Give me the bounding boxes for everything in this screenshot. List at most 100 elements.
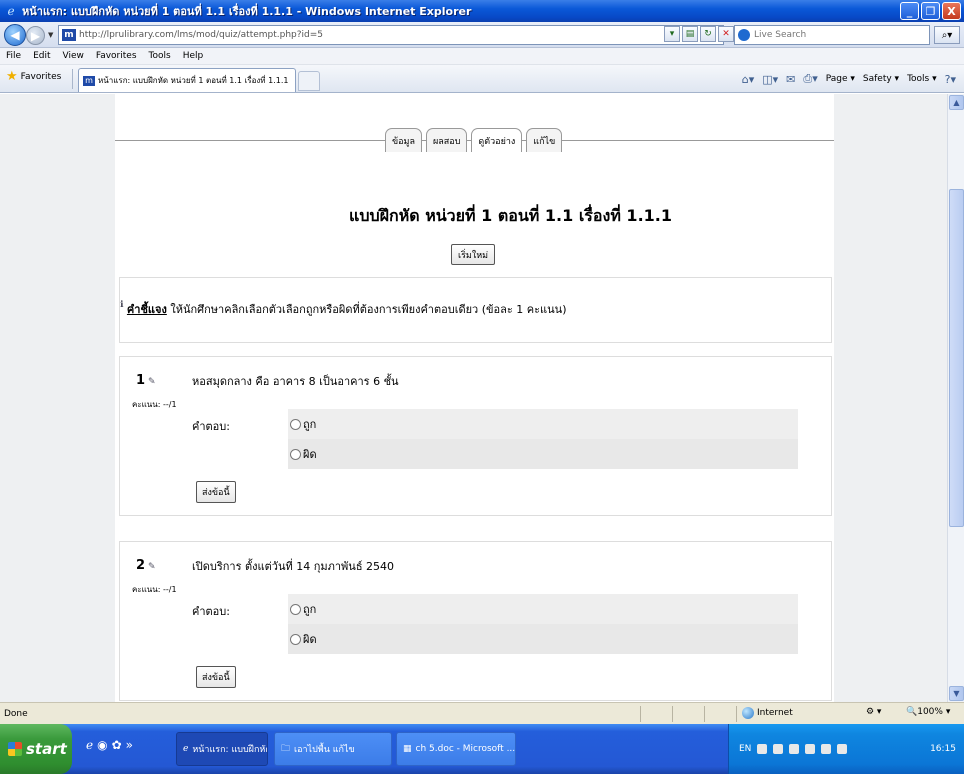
left-margin — [0, 94, 115, 702]
quiz-page: ข้อมูล ผลสอบ ดูตัวอย่าง แก้ไข แบบฝึกหัด … — [115, 94, 834, 702]
search-input[interactable] — [754, 30, 904, 40]
print-icon[interactable]: ⎙▾ — [803, 72, 817, 86]
start-button[interactable]: start — [0, 724, 72, 774]
question-text: หอสมุดกลาง คือ อาคาร 8 เป็นอาคาร 6 ชั้น — [192, 375, 399, 388]
tray-app-icon[interactable] — [757, 744, 768, 754]
quiz-tabs: ข้อมูล ผลสอบ ดูตัวอย่าง แก้ไข — [385, 128, 563, 152]
menu-file[interactable]: File — [6, 51, 21, 61]
taskbar-item-label: เอาไปพื้น แก้ไข — [294, 745, 355, 755]
restore-button[interactable]: ❐ — [921, 2, 940, 20]
forward-button[interactable]: ▶ — [26, 26, 45, 45]
option-true[interactable]: ถูก — [288, 409, 798, 439]
refresh-icon[interactable]: ↻ — [700, 26, 716, 42]
favorites-label: Favorites — [20, 72, 62, 82]
radio-button[interactable] — [290, 418, 301, 430]
menu-view[interactable]: View — [63, 51, 84, 61]
question-number: 2 ✎ — [136, 558, 156, 573]
option-false[interactable]: ผิด — [288, 439, 798, 469]
minimize-button[interactable]: _ — [900, 2, 919, 20]
address-dropdown-icon[interactable]: ▾ — [664, 26, 680, 42]
zoom-control[interactable]: 🔍100% ▾ — [906, 707, 950, 717]
recent-pages-dropdown[interactable]: ▼ — [48, 31, 53, 39]
page-title: แบบฝึกหัด หน่วยที่ 1 ตอนที่ 1.1 เรื่องที… — [349, 206, 672, 225]
menu-favorites[interactable]: Favorites — [96, 51, 137, 61]
new-tab-button[interactable] — [298, 71, 320, 91]
browser-quicklaunch-icon[interactable]: ◉ — [97, 738, 107, 752]
restart-button[interactable]: เริ่มใหม่ — [451, 244, 496, 265]
ie-quicklaunch-icon[interactable]: ℯ — [86, 738, 93, 752]
option-label: ถูก — [303, 418, 317, 431]
volume-icon[interactable] — [821, 744, 832, 754]
home-icon[interactable]: ⌂▾ — [742, 73, 755, 86]
zone-label: Internet — [757, 708, 793, 718]
scroll-down-icon[interactable]: ▼ — [949, 686, 964, 701]
star-icon: ★ — [6, 69, 18, 84]
vertical-scrollbar[interactable]: ▲ ▼ — [947, 94, 964, 702]
page-menu[interactable]: Page ▾ — [826, 74, 855, 84]
app-quicklaunch-icon[interactable]: ✿ — [112, 738, 122, 752]
question-marks: คะแนน: --/1 — [132, 585, 177, 594]
network-icon[interactable] — [837, 744, 848, 754]
folder-icon: 🗀 — [281, 744, 291, 754]
tools-menu[interactable]: Tools ▾ — [907, 74, 937, 84]
url-input[interactable] — [79, 30, 679, 40]
taskbar-item-ie[interactable]: ℯ หน้าแรก: แบบฝึกหัด ห... — [176, 732, 268, 766]
taskbar-item-label: หน้าแรก: แบบฝึกหัด ห... — [192, 745, 268, 755]
tray-app-icon[interactable] — [773, 744, 784, 754]
language-indicator[interactable]: EN — [739, 744, 751, 754]
back-button[interactable]: ◀ — [4, 24, 26, 46]
tab-preview[interactable]: ดูตัวอย่าง — [471, 128, 523, 152]
scrollbar-thumb[interactable] — [949, 189, 964, 527]
submit-question-button[interactable]: ส่งข้อนี้ — [196, 481, 236, 503]
divider — [72, 69, 73, 89]
tab-edit[interactable]: แก้ไข — [526, 128, 563, 152]
option-label: ผิด — [303, 633, 317, 646]
favorites-button[interactable]: ★ Favorites — [6, 69, 62, 84]
window-title-bar[interactable]: ℯ หน้าแรก: แบบฝึกหัด หน่วยที่ 1 ตอนที่ 1… — [0, 0, 964, 22]
help-icon[interactable]: ?▾ — [945, 73, 956, 86]
taskbar-item-word[interactable]: ▦ ch 5.doc - Microsoft ... — [396, 732, 516, 766]
close-button[interactable]: X — [942, 2, 961, 20]
edit-question-icon[interactable]: ✎ — [148, 562, 156, 572]
radio-button[interactable] — [290, 603, 301, 615]
info-icon: ℹ — [120, 300, 124, 310]
instruction-label[interactable]: คำชี้แจง — [127, 303, 167, 316]
windows-logo-icon — [8, 742, 22, 756]
clock[interactable]: 16:15 — [930, 744, 956, 754]
tray-app-icon[interactable] — [789, 744, 800, 754]
menu-edit[interactable]: Edit — [33, 51, 50, 61]
divider — [672, 706, 673, 722]
taskbar-item-folder[interactable]: 🗀 เอาไปพื้น แก้ไข — [274, 732, 392, 766]
tab-results[interactable]: ผลสอบ — [426, 128, 468, 152]
feeds-icon[interactable]: ◫▾ — [762, 73, 778, 86]
radio-button[interactable] — [290, 448, 301, 460]
browser-tab-active[interactable]: m หน้าแรก: แบบฝึกหัด หน่วยที่ 1 ตอนที่ 1… — [78, 68, 296, 92]
answer-area: คำตอบ: ถูก ผิด — [192, 594, 798, 654]
option-label: ถูก — [303, 603, 317, 616]
tab-info[interactable]: ข้อมูล — [385, 128, 423, 152]
stop-icon[interactable]: ✕ — [718, 26, 734, 42]
quick-launch: ℯ ◉ ✿ » — [86, 738, 133, 752]
address-bar[interactable]: m — [58, 25, 724, 45]
radio-button[interactable] — [290, 633, 301, 645]
protected-mode-icon[interactable]: ⚙ ▾ — [866, 707, 881, 717]
option-true[interactable]: ถูก — [288, 594, 798, 624]
search-box[interactable] — [734, 25, 930, 45]
option-false[interactable]: ผิด — [288, 624, 798, 654]
instruction: ℹ คำชี้แจง ให้นักศึกษาคลิกเลือกตัวเลือกถ… — [120, 300, 566, 318]
divider — [704, 706, 705, 722]
menu-tools[interactable]: Tools — [149, 51, 171, 61]
safety-menu[interactable]: Safety ▾ — [863, 74, 899, 84]
edit-question-icon[interactable]: ✎ — [148, 377, 156, 387]
right-margin — [834, 94, 947, 702]
compatibility-view-icon[interactable]: ▤ — [682, 26, 698, 42]
submit-question-button[interactable]: ส่งข้อนี้ — [196, 666, 236, 688]
divider — [736, 706, 737, 722]
tray-app-icon[interactable] — [805, 744, 816, 754]
search-button[interactable]: ⌕▾ — [934, 26, 960, 44]
menu-help[interactable]: Help — [183, 51, 204, 61]
more-chevron-icon[interactable]: » — [126, 738, 133, 752]
menu-bar: File Edit View Favorites Tools Help — [0, 48, 964, 65]
scroll-up-icon[interactable]: ▲ — [949, 95, 964, 110]
mail-icon[interactable]: ✉ — [786, 73, 795, 86]
